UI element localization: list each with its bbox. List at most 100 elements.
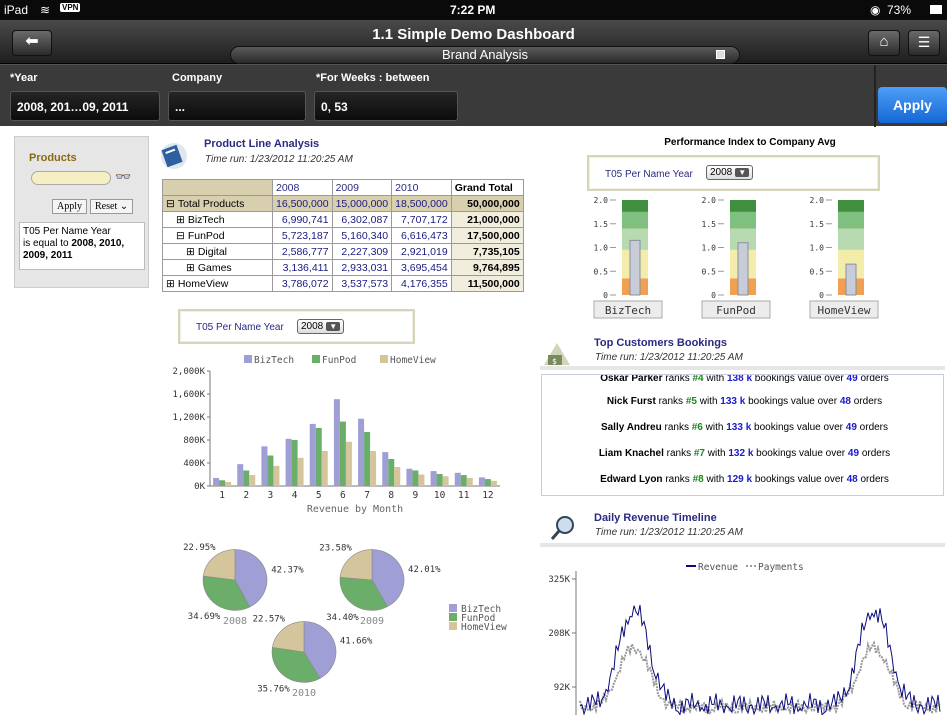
bar[interactable] — [345, 441, 352, 486]
bar[interactable] — [285, 438, 292, 486]
customer-value: 132 — [728, 448, 746, 459]
table-row[interactable]: ⊞ HomeView 3,786,072 3,537,573 4,176,355 11,5… — [162, 275, 524, 292]
bar[interactable] — [484, 479, 491, 486]
panel-reset-button[interactable]: Reset ⌄ — [90, 199, 134, 214]
bar[interactable] — [237, 464, 244, 486]
customers-list[interactable]: Oskar Parker ranks #4 with 138 k booking… — [541, 374, 944, 496]
customer-rank: #4 — [692, 374, 704, 384]
bar[interactable] — [225, 481, 232, 486]
bar[interactable] — [339, 421, 346, 486]
products-input[interactable] — [31, 171, 111, 185]
expand-icon[interactable]: ⊞ — [166, 278, 175, 290]
weeks-field[interactable]: 0, 53 — [314, 91, 458, 121]
binoculars-icon[interactable]: 👓 — [115, 169, 131, 185]
company-field[interactable]: ... — [168, 91, 306, 121]
bar[interactable] — [466, 477, 473, 486]
row-header[interactable]: ⊟ FunPod — [162, 227, 273, 244]
year-selector-dropdown[interactable]: 2008 ▼ — [297, 319, 345, 334]
bar[interactable] — [388, 458, 395, 486]
table-row[interactable]: ⊞ Games 3,136,411 2,933,031 3,695,454 9,764,8… — [162, 259, 524, 276]
y-tick-label: 800K — [183, 436, 205, 446]
bar[interactable] — [490, 480, 497, 486]
customer-row[interactable]: Edward Lyon ranks #8 with 129 k bookings… — [542, 474, 943, 485]
customer-row[interactable]: Liam Knachel ranks #7 with 132 k booking… — [542, 448, 943, 459]
bar[interactable] — [430, 471, 437, 486]
bar[interactable] — [267, 455, 274, 486]
bar[interactable] — [358, 418, 365, 486]
bar[interactable] — [478, 477, 485, 486]
bar[interactable] — [412, 470, 419, 486]
x-tick-label: 10 — [434, 490, 446, 501]
pie-slice[interactable] — [339, 549, 373, 581]
performance-selector-dropdown[interactable]: 2008 ▼ — [706, 165, 754, 180]
customer-row[interactable]: Sally Andreu ranks #6 with 133 k booking… — [542, 422, 943, 433]
y-tick-label: 208K — [548, 629, 570, 639]
bar[interactable] — [454, 472, 461, 486]
pie-slice[interactable] — [272, 621, 305, 653]
bar[interactable] — [261, 446, 268, 486]
bar[interactable] — [315, 427, 322, 486]
bar[interactable] — [333, 399, 340, 486]
expand-icon[interactable]: ⊞ — [176, 214, 185, 226]
gauge-tick-label: 0 — [819, 291, 824, 300]
menu-button[interactable]: ☰ — [908, 30, 940, 56]
customer-row[interactable]: Oskar Parker ranks #4 with 138 k booking… — [542, 374, 943, 384]
home-button[interactable]: ⌂ — [868, 30, 900, 56]
gauge-bar[interactable] — [629, 239, 641, 296]
row-header[interactable]: ⊞ Games — [162, 259, 273, 276]
bar[interactable] — [213, 477, 220, 486]
customer-value: 133 — [720, 396, 737, 407]
customer-bookings-text: bookings value over — [756, 448, 846, 459]
page-selector[interactable]: Brand Analysis — [230, 46, 740, 64]
gauge-tick-label: 1.0 — [702, 244, 717, 253]
bar[interactable] — [309, 423, 316, 486]
bar[interactable] — [436, 473, 443, 486]
row-label: Total Products — [177, 197, 245, 210]
bar[interactable] — [364, 431, 371, 486]
customer-row[interactable]: Nick Furst ranks #5 with 133 k bookings … — [542, 396, 943, 407]
bar[interactable] — [370, 450, 377, 486]
table-row[interactable]: ⊞ Digital 2,586,777 2,227,309 2,921,019 7,735… — [162, 243, 524, 260]
table-row[interactable]: ⊞ BizTech 6,990,741 6,302,087 7,707,172 21,00… — [162, 211, 524, 228]
expand-icon[interactable]: ⊞ — [186, 262, 195, 274]
row-header[interactable]: ⊞ HomeView — [162, 275, 273, 292]
gauge-bar[interactable] — [845, 263, 857, 296]
customer-orders-text: orders — [853, 396, 883, 407]
customer-ranks-text: ranks — [665, 474, 690, 485]
legend-label: BizTech — [254, 355, 294, 366]
collapse-icon[interactable]: ⊟ — [166, 198, 175, 210]
bar[interactable] — [382, 452, 389, 486]
table-row[interactable]: ⊟ FunPod 5,723,187 5,160,340 6,616,473 17,500… — [162, 227, 524, 244]
legend-label: HomeView — [390, 355, 436, 366]
row-header[interactable]: ⊞ Digital — [162, 243, 273, 260]
pie-slice[interactable] — [202, 549, 236, 581]
bar[interactable] — [249, 475, 256, 486]
gauge-band — [838, 228, 864, 250]
bar[interactable] — [394, 467, 401, 486]
table-cell: 6,616,473 — [391, 227, 452, 244]
bar[interactable] — [273, 465, 280, 486]
row-header[interactable]: ⊞ BizTech — [162, 211, 273, 228]
panel-apply-button[interactable]: Apply — [52, 199, 87, 214]
expand-icon[interactable]: ⊞ — [186, 246, 195, 258]
bar[interactable] — [297, 457, 304, 486]
table-cell: 11,500,000 — [450, 275, 524, 292]
bar[interactable] — [291, 440, 298, 486]
company-label: Company — [172, 72, 223, 84]
payments-line[interactable] — [579, 640, 941, 715]
year-field[interactable]: 2008, 201…09, 2011 — [10, 91, 160, 121]
bar[interactable] — [460, 475, 467, 486]
bar[interactable] — [442, 476, 449, 486]
location-icon: ◉ — [870, 3, 881, 17]
svg-text:$: $ — [552, 357, 557, 366]
table-row[interactable]: ⊟ Total Products 16,500,000 15,000,000 18,50… — [162, 195, 524, 212]
gauge-bar[interactable] — [737, 242, 749, 296]
bar[interactable] — [418, 474, 425, 487]
bar[interactable] — [406, 468, 413, 486]
row-header[interactable]: ⊟ Total Products — [162, 195, 273, 212]
apply-button[interactable]: Apply — [878, 87, 947, 123]
bar[interactable] — [321, 450, 328, 486]
collapse-icon[interactable]: ⊟ — [176, 230, 185, 242]
bar[interactable] — [243, 470, 250, 486]
bar[interactable] — [219, 480, 226, 486]
